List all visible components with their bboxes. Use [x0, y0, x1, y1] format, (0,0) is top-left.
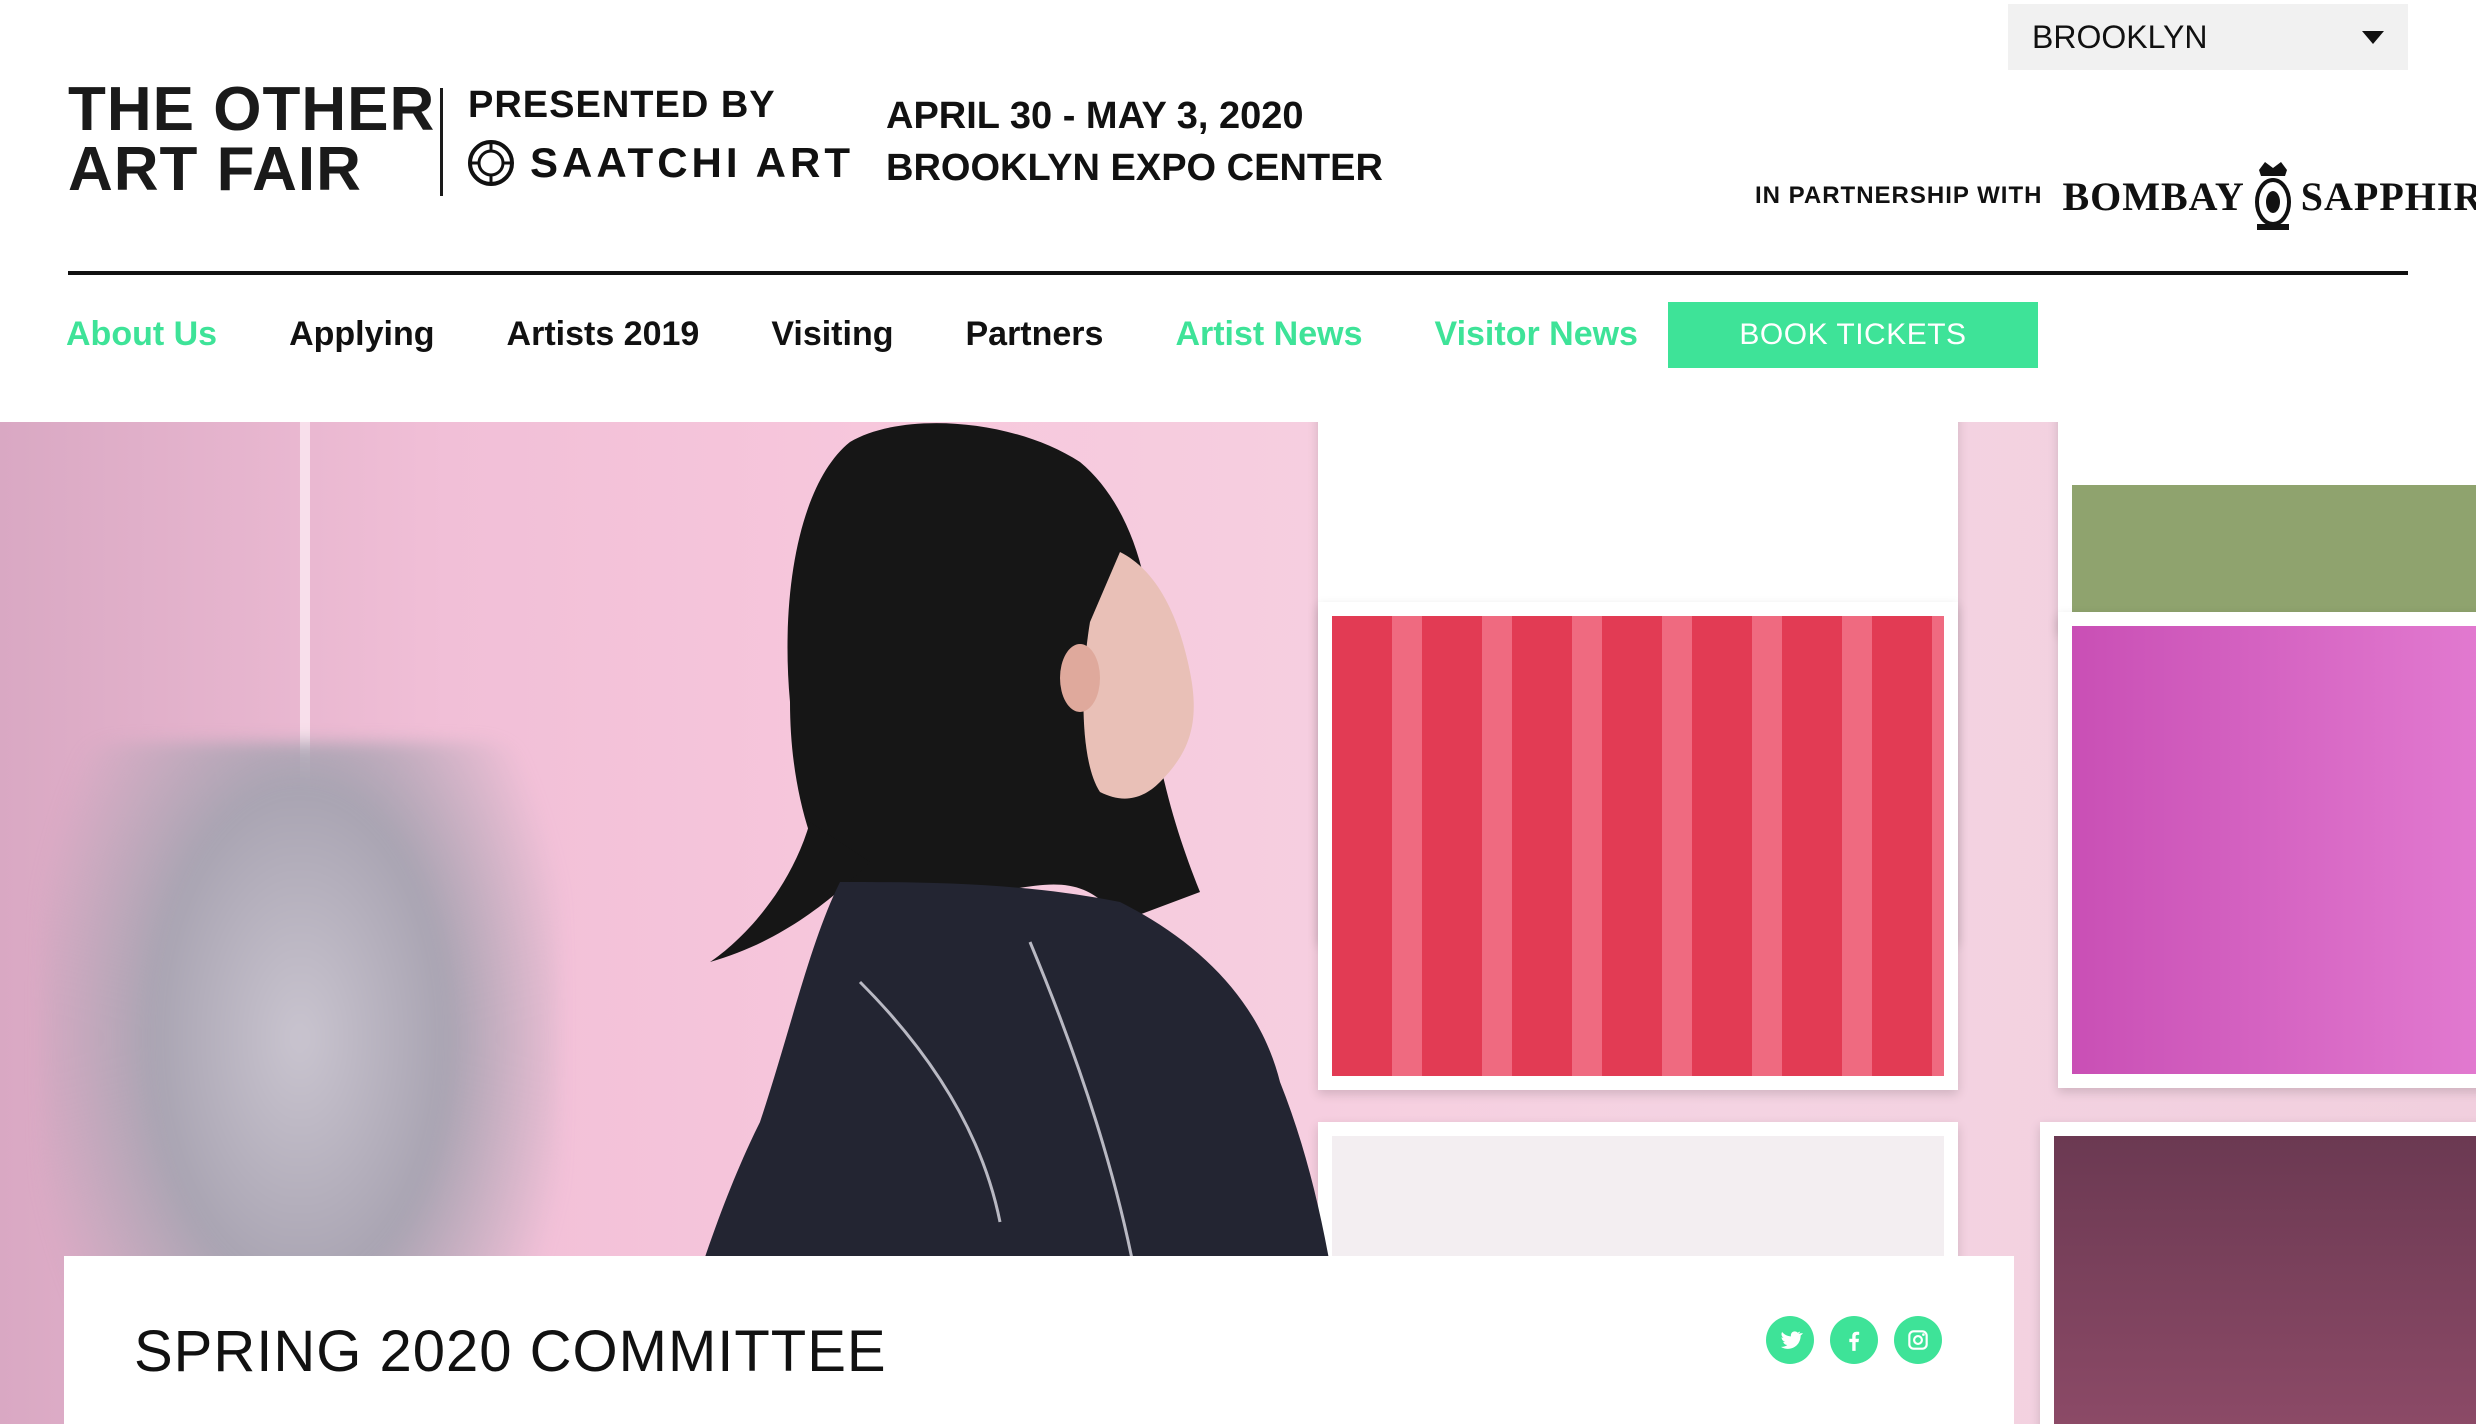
page-title: SPRING 2020 COMMITTEE: [134, 1319, 887, 1384]
instagram-icon: [1908, 1330, 1928, 1350]
saatchi-art-text: SAATCHI ART: [530, 139, 854, 186]
logo-divider: [440, 88, 443, 196]
nav-item-applying[interactable]: Applying: [289, 315, 434, 354]
twitter-share-button[interactable]: [1766, 1316, 1814, 1364]
partner-word-1: BOMBAY: [2062, 173, 2245, 219]
chevron-down-icon: [2362, 30, 2384, 44]
region-select-value: BROOKLYN: [2032, 18, 2208, 55]
book-tickets-button[interactable]: BOOK TICKETS: [1668, 302, 2038, 368]
twitter-icon: [1780, 1331, 1803, 1349]
page-title-card: SPRING 2020 COMMITTEE: [64, 1256, 2014, 1424]
partnership: IN PARTNERSHIP WITH BOMBAY SAPPHIRE: [1755, 160, 2476, 232]
artwork-frame: [2040, 1122, 2476, 1424]
event-details: APRIL 30 - MAY 3, 2020 BROOKLYN EXPO CEN…: [886, 90, 1383, 194]
nav-item-visitor-news[interactable]: Visitor News: [1435, 315, 1638, 354]
saatchi-ring-icon: [468, 140, 514, 186]
bombay-sapphire-logo[interactable]: BOMBAY SAPPHIRE: [2062, 160, 2476, 232]
logo-line-1: THE OTHER: [68, 75, 436, 144]
region-select[interactable]: BROOKLYN: [2008, 4, 2408, 70]
artwork-frame: [2058, 612, 2476, 1088]
presented-by-label: PRESENTED BY: [468, 84, 776, 126]
nav-item-visiting[interactable]: Visiting: [771, 315, 893, 354]
facebook-share-button[interactable]: [1830, 1316, 1878, 1364]
event-venue: BROOKLYN EXPO CENTER: [886, 147, 1383, 189]
header-divider: [68, 271, 2408, 275]
crown-crest-icon: [2254, 162, 2291, 230]
logo-line-2: ART FAIR: [68, 135, 362, 204]
partner-word-2: SAPPHIRE: [2300, 173, 2476, 219]
social-links: [1766, 1316, 1942, 1364]
instagram-share-button[interactable]: [1894, 1316, 1942, 1364]
event-dates: APRIL 30 - MAY 3, 2020: [886, 95, 1304, 137]
site-logo[interactable]: THE OTHER ART FAIR: [68, 75, 436, 204]
nav-item-artists-2019[interactable]: Artists 2019: [507, 315, 700, 354]
main-nav: About Us Applying Artists 2019 Visiting …: [66, 300, 1710, 368]
nav-item-artist-news[interactable]: Artist News: [1175, 315, 1362, 354]
nav-item-about-us[interactable]: About Us: [66, 315, 217, 354]
nav-item-partners[interactable]: Partners: [965, 315, 1103, 354]
artwork-frame: [2058, 422, 2476, 632]
facebook-icon: [1849, 1331, 1860, 1351]
saatchi-art-logo[interactable]: SAATCHI ART: [466, 138, 854, 188]
partnership-label: IN PARTNERSHIP WITH: [1755, 182, 2043, 209]
